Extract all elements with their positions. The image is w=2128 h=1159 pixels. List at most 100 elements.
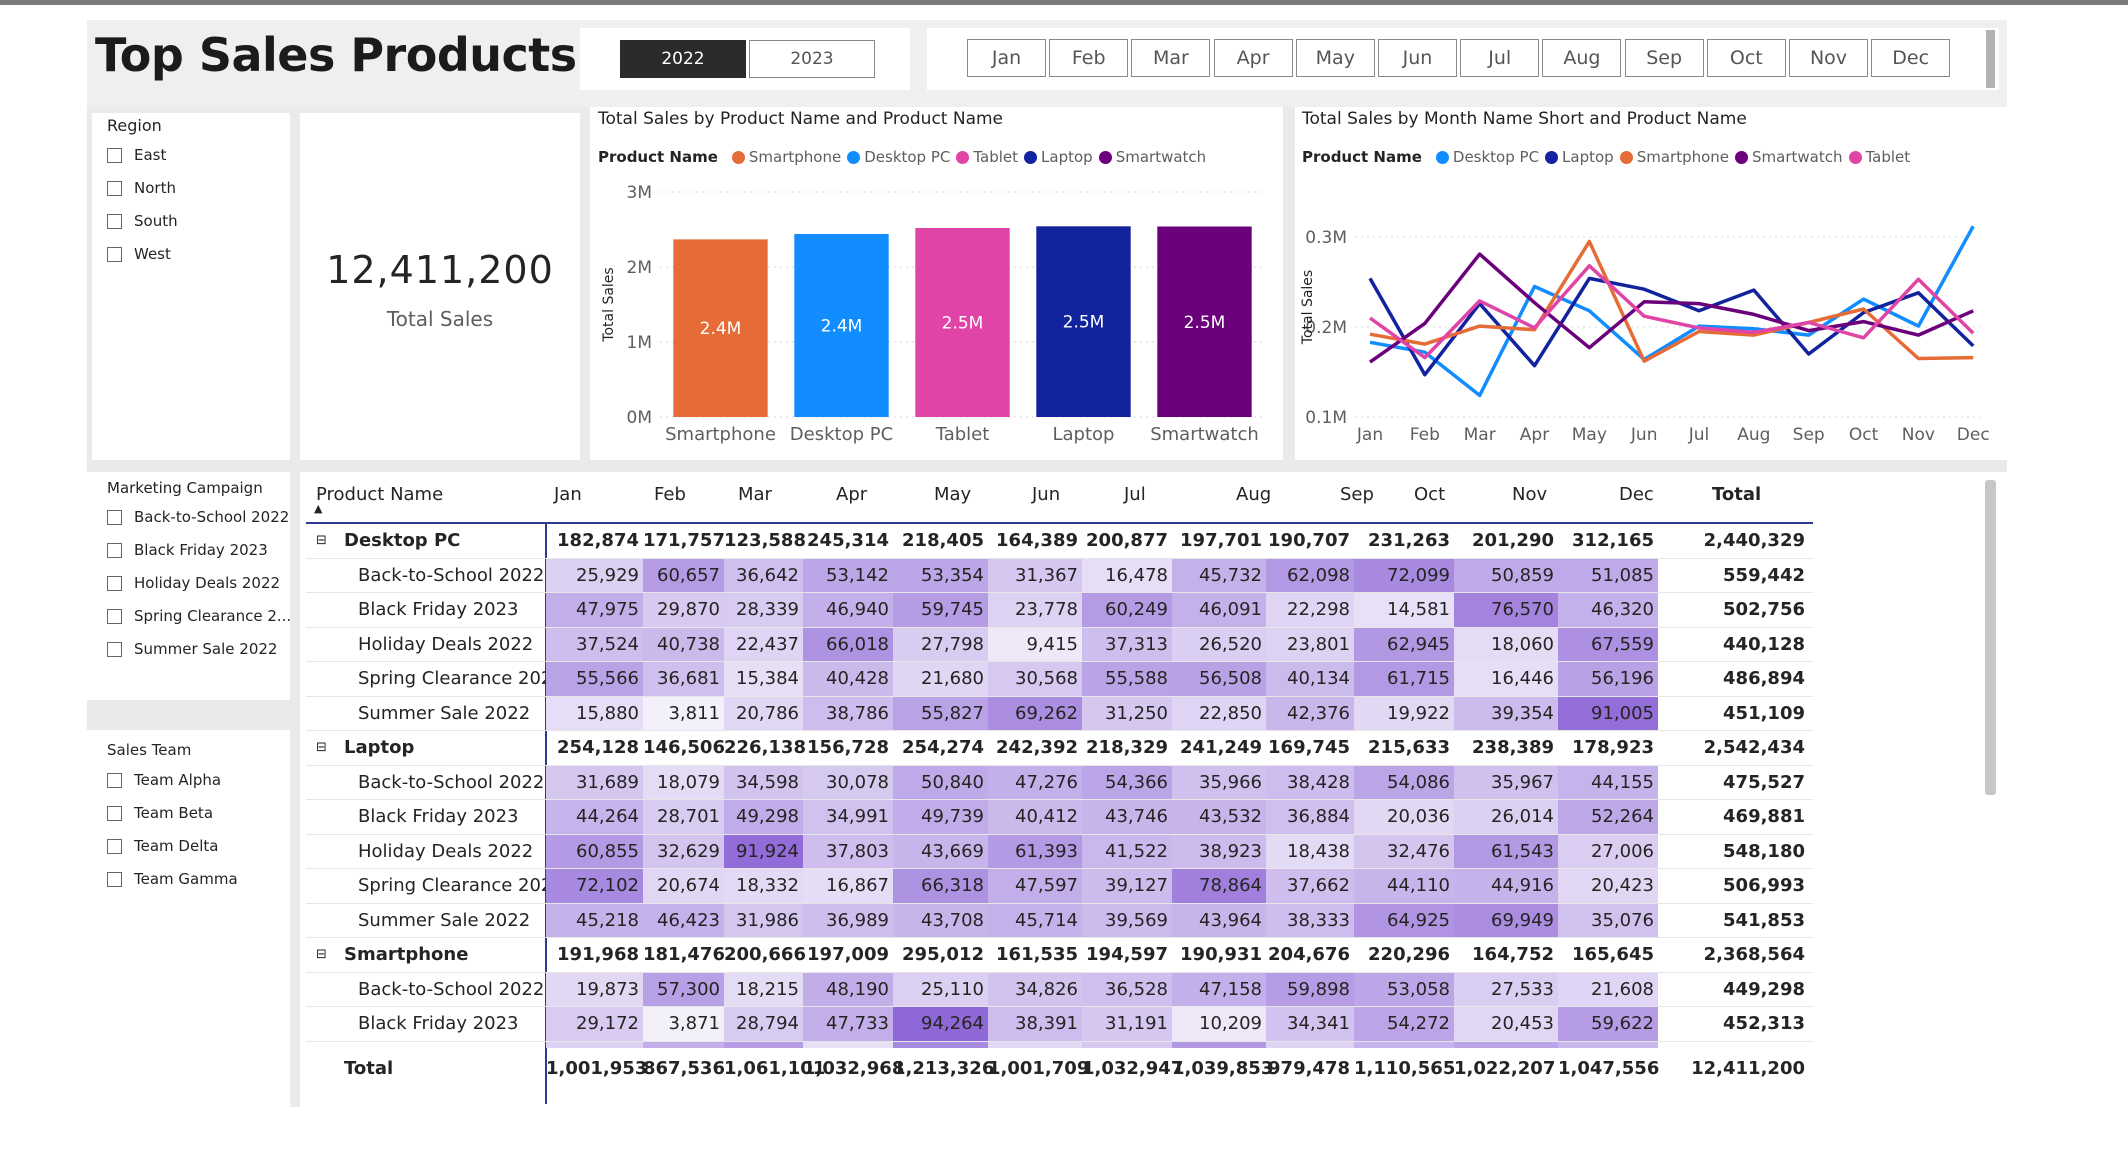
- team-item[interactable]: Team Gamma: [107, 870, 238, 888]
- value-cell[interactable]: 40,134: [1266, 662, 1354, 697]
- matrix-scrollbar[interactable]: [1985, 480, 1996, 795]
- month-button-jun[interactable]: Jun: [1378, 39, 1457, 77]
- value-cell[interactable]: 295,012: [893, 938, 988, 973]
- checkbox[interactable]: [107, 542, 122, 558]
- value-cell[interactable]: 34,826: [988, 972, 1082, 1007]
- value-cell[interactable]: 34,991: [803, 800, 893, 835]
- value-cell[interactable]: 59,745: [893, 593, 988, 628]
- row-total-cell[interactable]: 548,180: [1658, 835, 1813, 870]
- value-cell[interactable]: 165,645: [1558, 938, 1658, 973]
- campaign-item[interactable]: Spring Clearance 2...: [107, 607, 291, 625]
- matrix-row[interactable]: Holiday Deals 2022 37,524 40,738 22,437 66,0…: [306, 627, 1813, 663]
- value-cell[interactable]: 16,867: [803, 869, 893, 904]
- row-total-cell[interactable]: 440,128: [1658, 628, 1813, 663]
- value-cell[interactable]: 3,871: [643, 1007, 724, 1042]
- value-cell[interactable]: 35,076: [1558, 903, 1658, 938]
- matrix-row[interactable]: Summer Sale 2022 45,218 46,423 31,986 36,989…: [306, 903, 1813, 939]
- value-cell[interactable]: 30,078: [803, 765, 893, 800]
- checkbox[interactable]: [107, 575, 122, 591]
- value-cell[interactable]: 53,354: [893, 558, 988, 593]
- row-total-cell[interactable]: 506,993: [1658, 869, 1813, 904]
- value-cell[interactable]: 21,680: [893, 662, 988, 697]
- value-cell[interactable]: 69,262: [988, 696, 1082, 731]
- checkbox[interactable]: [107, 608, 122, 624]
- legend-item[interactable]: Desktop PC: [847, 148, 950, 166]
- value-cell[interactable]: 20,786: [724, 696, 803, 731]
- legend-item[interactable]: Desktop PC: [1435, 148, 1539, 166]
- value-cell[interactable]: 36,884: [1266, 800, 1354, 835]
- value-cell[interactable]: 181,476: [643, 938, 725, 973]
- row-total-cell[interactable]: 452,313: [1658, 1007, 1813, 1042]
- column-total-cell[interactable]: 1,001,953: [546, 1052, 647, 1087]
- value-cell[interactable]: 53,142: [803, 558, 893, 593]
- value-cell[interactable]: 43,708: [893, 903, 988, 938]
- value-cell[interactable]: 47,597: [988, 869, 1082, 904]
- value-cell[interactable]: 94,264: [893, 1007, 988, 1042]
- checkbox[interactable]: [107, 147, 122, 163]
- value-cell[interactable]: 67,559: [1558, 627, 1658, 662]
- value-cell[interactable]: 123,588: [724, 524, 806, 559]
- checkbox[interactable]: [107, 509, 122, 525]
- checkbox[interactable]: [107, 641, 122, 657]
- value-cell[interactable]: 57,300: [643, 972, 724, 1007]
- value-cell[interactable]: 37,524: [546, 627, 643, 662]
- row-total-cell[interactable]: 449,298: [1658, 973, 1813, 1008]
- value-cell[interactable]: 20,453: [1454, 1007, 1558, 1042]
- row-total-cell[interactable]: 541,853: [1658, 904, 1813, 939]
- value-cell[interactable]: 78,864: [1172, 869, 1266, 904]
- value-cell[interactable]: 49,298: [724, 800, 803, 835]
- matrix-group-row[interactable]: ⊟ Smartphone 191,968 181,476 200,666 197,009 2…: [306, 938, 1813, 973]
- value-cell[interactable]: 35,966: [1172, 765, 1266, 800]
- value-cell[interactable]: 46,940: [803, 593, 893, 628]
- matrix-group-row[interactable]: ⊟ Laptop 254,128 146,506 226,138 156,728 254,2…: [306, 731, 1813, 766]
- value-cell[interactable]: 43,964: [1172, 903, 1266, 938]
- column-total-cell[interactable]: 1,039,853: [1172, 1052, 1273, 1087]
- line-chart[interactable]: 0.1M0.2M0.3MTotal SalesJan Feb Mar Apr May Ju…: [1295, 180, 2007, 450]
- row-total-cell[interactable]: 451,109: [1658, 697, 1813, 732]
- value-cell[interactable]: 254,128: [546, 731, 643, 766]
- column-header[interactable]: Jun: [1032, 478, 1060, 513]
- month-button-oct[interactable]: Oct: [1706, 39, 1786, 77]
- value-cell[interactable]: 40,428: [803, 662, 893, 697]
- value-cell[interactable]: 28,701: [643, 800, 724, 835]
- column-total-cell[interactable]: 1,061,101: [724, 1052, 825, 1087]
- value-cell[interactable]: 69,949: [1454, 903, 1558, 938]
- value-cell[interactable]: 27,798: [893, 627, 988, 662]
- column-header[interactable]: Product Name: [316, 478, 443, 513]
- value-cell[interactable]: 46,423: [643, 903, 724, 938]
- month-button-sep[interactable]: Sep: [1624, 39, 1704, 77]
- value-cell[interactable]: 18,332: [724, 869, 803, 904]
- value-cell[interactable]: 220,296: [1354, 938, 1454, 973]
- value-cell[interactable]: 218,405: [893, 524, 988, 559]
- matrix-row[interactable]: Back-to-School 2022 19,873 57,300 18,215 48,…: [306, 972, 1813, 1008]
- value-cell[interactable]: 31,367: [988, 558, 1082, 593]
- value-cell[interactable]: 201,290: [1454, 524, 1558, 559]
- row-total-cell[interactable]: 486,894: [1658, 662, 1813, 697]
- value-cell[interactable]: 169,745: [1266, 731, 1354, 766]
- region-item[interactable]: West: [107, 245, 171, 263]
- value-cell[interactable]: 54,086: [1354, 765, 1454, 800]
- checkbox[interactable]: [107, 772, 122, 788]
- value-cell[interactable]: 171,757: [643, 524, 725, 559]
- legend-item[interactable]: Smartwatch: [1735, 148, 1843, 166]
- value-cell[interactable]: 45,732: [1172, 558, 1266, 593]
- value-cell[interactable]: 19,873: [546, 972, 643, 1007]
- campaign-item[interactable]: Summer Sale 2022: [107, 640, 277, 658]
- value-cell[interactable]: 23,778: [988, 593, 1082, 628]
- value-cell[interactable]: 39,354: [1454, 696, 1558, 731]
- column-total-cell[interactable]: 1,213,326: [893, 1052, 994, 1087]
- column-header[interactable]: Apr: [836, 478, 867, 513]
- value-cell[interactable]: 28,339: [724, 593, 803, 628]
- value-cell[interactable]: 34,341: [1266, 1007, 1354, 1042]
- value-cell[interactable]: 54,366: [1082, 765, 1172, 800]
- value-cell[interactable]: 164,752: [1454, 938, 1558, 973]
- value-cell[interactable]: 194,597: [1082, 938, 1172, 973]
- value-cell[interactable]: 32,476: [1354, 834, 1454, 869]
- value-cell[interactable]: 18,079: [643, 765, 724, 800]
- column-total-cell[interactable]: 1,110,565: [1354, 1052, 1455, 1087]
- value-cell[interactable]: 44,155: [1558, 765, 1658, 800]
- value-cell[interactable]: 32,629: [643, 834, 724, 869]
- value-cell[interactable]: 48,190: [803, 972, 893, 1007]
- value-cell[interactable]: 38,786: [803, 696, 893, 731]
- campaign-item[interactable]: Back-to-School 2022: [107, 508, 289, 526]
